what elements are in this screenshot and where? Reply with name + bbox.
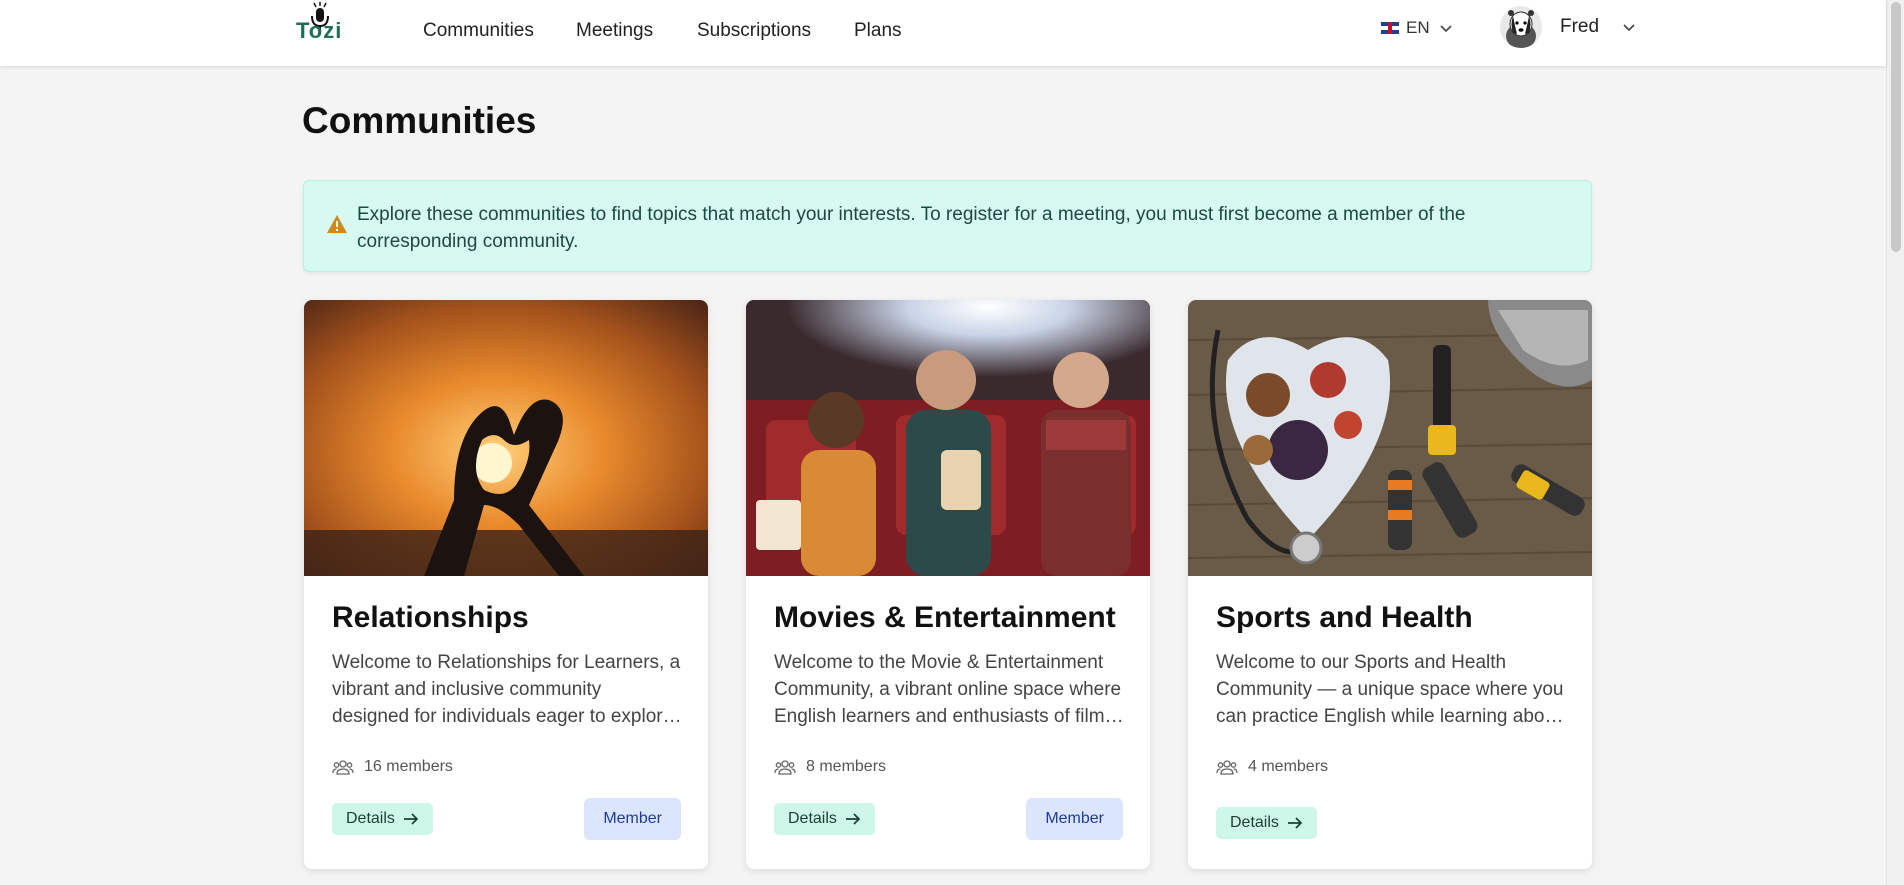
info-notice: Explore these communities to find topics…	[303, 180, 1592, 272]
badger-avatar-icon	[1500, 6, 1542, 48]
member-count-label: 4 members	[1248, 758, 1329, 775]
member-count-label: 8 members	[806, 758, 887, 775]
details-label: Details	[346, 810, 395, 827]
hands-heart-sunset-image	[304, 300, 708, 576]
fitness-healthy-food-image	[1188, 300, 1592, 576]
member-button[interactable]: Member	[1026, 798, 1123, 840]
page-title: Communities	[302, 100, 537, 141]
user-menu[interactable]: Fred	[1500, 6, 1637, 48]
card-title: Relationships	[332, 601, 529, 634]
notice-text: Explore these communities to find topics…	[357, 204, 1466, 252]
community-card-relationships[interactable]: Relationships Welcome to Relationships f…	[304, 300, 708, 869]
details-button[interactable]: Details	[332, 803, 433, 835]
card-description: Welcome to our Sports and Health Communi…	[1216, 652, 1564, 727]
avatar	[1500, 6, 1542, 48]
details-label: Details	[788, 810, 837, 827]
chevron-down-icon	[1623, 24, 1635, 32]
nav-subscriptions[interactable]: Subscriptions	[697, 20, 811, 42]
community-card-movies[interactable]: Movies & Entertainment Welcome to the Mo…	[746, 300, 1150, 869]
nav-communities[interactable]: Communities	[423, 20, 534, 42]
nav-plans[interactable]: Plans	[854, 20, 902, 42]
language-label: EN	[1406, 18, 1430, 37]
card-description: Welcome to the Movie & Entertainment Com…	[774, 652, 1122, 727]
page-scrollbar[interactable]	[1886, 0, 1904, 885]
users-icon	[332, 760, 354, 775]
details-label: Details	[1230, 814, 1279, 831]
card-title: Sports and Health	[1216, 601, 1473, 634]
scrollbar-thumb[interactable]	[1891, 2, 1901, 252]
uk-flag-icon	[1381, 22, 1399, 34]
nav-meetings[interactable]: Meetings	[576, 20, 653, 42]
cinema-audience-image	[746, 300, 1150, 576]
community-card-sports[interactable]: Sports and Health Welcome to our Sports …	[1188, 300, 1592, 869]
member-button[interactable]: Member	[584, 798, 681, 840]
arrow-right-icon	[403, 813, 419, 825]
top-navbar: Tozi Communities Meetings Subscriptions …	[0, 0, 1886, 66]
member-count-label: 16 members	[364, 758, 453, 775]
users-icon	[1216, 760, 1238, 775]
arrow-right-icon	[845, 813, 861, 825]
language-selector[interactable]: EN	[1381, 18, 1454, 38]
member-count: 4 members	[1216, 758, 1328, 776]
arrow-right-icon	[1287, 817, 1303, 829]
card-description: Welcome to Relationships for Learners, a…	[332, 652, 681, 727]
users-icon	[774, 760, 796, 775]
details-button[interactable]: Details	[774, 803, 875, 835]
user-name: Fred	[1560, 16, 1600, 37]
logo-text[interactable]: Tozi	[296, 18, 342, 44]
member-count: 16 members	[332, 758, 453, 776]
member-count: 8 members	[774, 758, 886, 776]
warning-icon	[327, 215, 347, 233]
details-button[interactable]: Details	[1216, 807, 1317, 839]
chevron-down-icon	[1440, 25, 1452, 33]
card-title: Movies & Entertainment	[774, 601, 1116, 634]
